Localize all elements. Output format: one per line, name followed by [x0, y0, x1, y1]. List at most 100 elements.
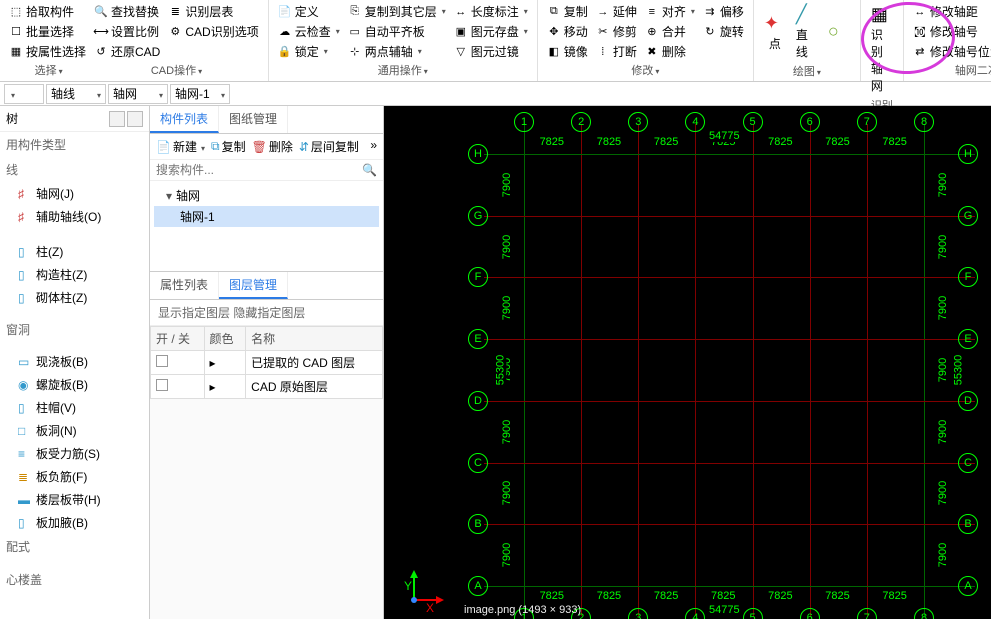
axis-bubble-left: D: [468, 391, 488, 411]
recog-grid-button[interactable]: ▦识别轴网: [867, 2, 897, 96]
dim-left: 7900: [501, 542, 513, 568]
list-root-grid[interactable]: 轴网: [154, 185, 379, 206]
copy2-icon: ⧉: [211, 139, 220, 154]
axis-bubble-right: E: [958, 329, 978, 349]
new-button[interactable]: 📄新建: [156, 138, 205, 155]
delete-comp-button[interactable]: 🗑删除: [252, 138, 293, 155]
mirror-button[interactable]: ◧镜像: [544, 42, 591, 61]
repair-button[interactable]: ✂修剪: [593, 22, 640, 41]
circle-icon: ○: [828, 21, 850, 43]
restore-cad-button[interactable]: ↺还原CAD: [91, 42, 163, 61]
select-by-prop-button[interactable]: ▦按属性选择: [6, 42, 89, 61]
dim-top: 7825: [881, 136, 907, 148]
tree-item-spiral[interactable]: ◉螺旋板(B): [0, 373, 149, 396]
comp-filter-button[interactable]: ▽图元过镜: [451, 42, 531, 61]
dim-bottom: 7825: [653, 590, 679, 602]
tree-item-slabrebar[interactable]: ≡板受力筋(S): [0, 442, 149, 465]
tree-item-column[interactable]: ▯柱(Z): [0, 240, 149, 263]
move-button[interactable]: ✥移动: [544, 22, 591, 41]
list-child-grid1[interactable]: 轴网-1: [154, 206, 379, 227]
expand-icon[interactable]: ▸: [210, 356, 216, 370]
tree-item-grid[interactable]: ♯轴网(J): [0, 182, 149, 205]
cap-icon: ▯: [18, 401, 32, 415]
tree-item-colcap[interactable]: ▯柱帽(V): [0, 396, 149, 419]
del2-icon: 🗑: [252, 140, 267, 154]
offset-button[interactable]: ⇉偏移: [700, 2, 747, 21]
axis-bubble-left: B: [468, 514, 488, 534]
dim-left: 7900: [501, 418, 513, 444]
circle-button[interactable]: ○: [824, 2, 854, 62]
cad-options-button[interactable]: ⚙CAD识别选项: [165, 22, 261, 41]
axis-bubble-right: B: [958, 514, 978, 534]
comp-store-button[interactable]: ▣图元存盘: [451, 22, 531, 41]
axis-edit-group-label: 轴网二次编辑: [910, 61, 991, 79]
grid-hline: [484, 586, 975, 587]
tab-prop-list[interactable]: 属性列表: [150, 272, 219, 299]
table-row[interactable]: ▸ CAD 原始图层: [151, 375, 383, 399]
tree-item-floorstrip[interactable]: ▬楼层板带(H): [0, 488, 149, 511]
toolbar-overflow[interactable]: »: [370, 138, 377, 155]
batch-select-button[interactable]: ☐批量选择: [6, 22, 89, 41]
copy-comp-button[interactable]: ⧉复制: [211, 138, 246, 155]
tree-item-struct-col[interactable]: ▯构造柱(Z): [0, 263, 149, 286]
tab-drawing-manage[interactable]: 图纸管理: [219, 106, 288, 133]
align-button[interactable]: ≡对齐: [642, 2, 698, 21]
axis-bubble-bottom: 4: [685, 608, 705, 619]
copy-button[interactable]: ⧉复制: [544, 2, 591, 21]
scale-icon: ⟷: [94, 25, 108, 39]
pick-component-button[interactable]: ⬚拾取构件: [6, 2, 89, 21]
checkbox[interactable]: [156, 355, 168, 367]
layer-visibility-controls[interactable]: 显示指定图层 隐藏指定图层: [150, 300, 383, 326]
tree-section-types: 用构件类型: [0, 132, 149, 157]
tree-item-neg-rebar[interactable]: ≣板负筋(F): [0, 465, 149, 488]
copy-other-button[interactable]: ⎘复制到其它层: [345, 2, 449, 21]
find-replace-button[interactable]: 🔍查找替换: [91, 2, 163, 21]
canvas[interactable]: 1178257825227825782533782578254478257825…: [384, 106, 991, 619]
recog-layer-button[interactable]: ≣识别层表: [165, 2, 261, 21]
mod-dist-icon: ↔: [913, 5, 927, 19]
pick-icon: ⬚: [9, 5, 23, 19]
tree-view-toggle[interactable]: [109, 111, 143, 127]
tree-item-auxaxis[interactable]: ♯辅助轴线(O): [0, 205, 149, 228]
axis-bubble-top: 3: [628, 112, 648, 132]
point-button[interactable]: ✦点: [760, 2, 790, 62]
rotate-button[interactable]: ↻旋转: [700, 22, 747, 41]
tree-item-haunch[interactable]: ▯板加腋(B): [0, 511, 149, 534]
define-button[interactable]: 📄定义: [275, 2, 343, 21]
expand-icon[interactable]: ▸: [210, 380, 216, 394]
search-input[interactable]: [156, 163, 362, 177]
copy-layer-icon: ⎘: [348, 5, 362, 19]
tree-item-slab[interactable]: ▭现浇板(B): [0, 350, 149, 373]
cloud-check-button[interactable]: ☁云检查: [275, 22, 343, 41]
grid-hline: [484, 401, 975, 402]
checkbox[interactable]: [156, 379, 168, 391]
tab-component-list[interactable]: 构件列表: [150, 106, 219, 133]
selector-1[interactable]: [4, 84, 44, 104]
tab-layer-manage[interactable]: 图层管理: [219, 272, 288, 299]
selector-2[interactable]: 轴线: [46, 84, 106, 104]
table-row[interactable]: ▸ 已提取的 CAD 图层: [151, 351, 383, 375]
tree-item-slabhole[interactable]: □板洞(N): [0, 419, 149, 442]
length-dim-button[interactable]: ↔长度标注: [451, 2, 531, 21]
level-copy-button[interactable]: ⇵层间复制: [299, 138, 359, 155]
selector-4[interactable]: 轴网-1: [170, 84, 230, 104]
lock-button[interactable]: 🔒锁定: [275, 42, 343, 61]
two-point-button[interactable]: ⊹两点辅轴: [345, 42, 449, 61]
merge-button[interactable]: ⊕合并: [642, 22, 698, 41]
dim-top: 7825: [596, 136, 622, 148]
selector-3[interactable]: 轴网: [108, 84, 168, 104]
store-icon: ▣: [454, 25, 468, 39]
delete-button[interactable]: ✖删除: [642, 42, 698, 61]
search-icon[interactable]: 🔍: [362, 163, 377, 177]
mirror-icon: ◧: [547, 45, 561, 59]
set-scale-button[interactable]: ⟷设置比例: [91, 22, 163, 41]
mod-pos-button[interactable]: ⇄修改轴号位置: [910, 42, 991, 61]
tree-item-masonry-col[interactable]: ▯砌体柱(Z): [0, 286, 149, 309]
dim-bottom: 7825: [710, 590, 736, 602]
line-button[interactable]: ╱直线: [792, 2, 822, 62]
break-button[interactable]: ⁞打断: [593, 42, 640, 61]
extend-button[interactable]: →延伸: [593, 2, 640, 21]
mod-num-button[interactable]: ㉈修改轴号: [910, 22, 991, 41]
mod-dist-button[interactable]: ↔修改轴距: [910, 2, 991, 21]
auto-align-button[interactable]: ▭自动平齐板: [345, 22, 449, 41]
